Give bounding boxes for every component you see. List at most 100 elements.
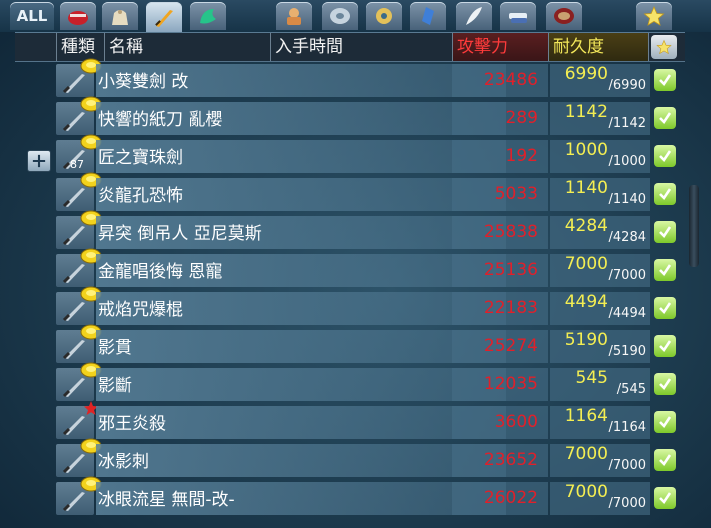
item-select-checkbox[interactable]	[654, 373, 676, 395]
checkmark-icon	[659, 416, 672, 429]
durability-max: /7000	[608, 458, 646, 473]
item-select-checkbox[interactable]	[654, 107, 676, 129]
item-type-cell[interactable]: 87	[56, 134, 102, 173]
item-durability: 1000/1000	[550, 140, 650, 173]
item-name: 快響的紙刀 亂櫻	[96, 102, 506, 135]
tab-armor[interactable]	[276, 2, 312, 30]
table-row[interactable]: 邪王炎殺 3600 1164/1164	[56, 401, 684, 439]
tab-cloth-bag[interactable]	[102, 2, 138, 30]
table-row[interactable]: 炎龍孔恐怖 5033 1140/1140	[56, 172, 684, 211]
item-durability: 7000/7000	[550, 254, 650, 287]
item-select-checkbox[interactable]	[654, 297, 676, 319]
cloth-bag-icon	[112, 10, 128, 25]
tab-favorites[interactable]	[636, 2, 672, 30]
item-durability: 1142/1142	[550, 102, 650, 135]
durability-current: 4284	[564, 216, 608, 236]
scrollbar-thumb[interactable]	[689, 185, 699, 267]
item-durability: 7000/7000	[550, 444, 650, 477]
item-attack: 3600	[452, 406, 548, 439]
item-name: 匠之寶珠劍	[96, 140, 506, 173]
item-select-checkbox[interactable]	[654, 411, 676, 433]
item-durability: 1164/1164	[550, 406, 650, 439]
item-name: 小葵雙劍 改	[96, 64, 506, 97]
durability-max: /6990	[608, 78, 646, 93]
item-select-checkbox[interactable]	[654, 183, 676, 205]
durability-current: 545	[575, 368, 608, 388]
tab-orb[interactable]	[546, 2, 582, 30]
category-tab-bar: ALL	[0, 0, 711, 32]
header-type[interactable]: 種類	[57, 33, 105, 61]
checkmark-icon	[659, 340, 672, 353]
red-orb-icon	[554, 8, 574, 24]
item-attack: 23652	[452, 444, 548, 477]
durability-current: 1164	[564, 406, 608, 426]
item-durability: 4494/4494	[550, 292, 650, 325]
checkmark-icon	[659, 188, 672, 201]
table-row[interactable]: 影斷 12035 545/545	[56, 362, 684, 401]
durability-max: /4284	[608, 230, 646, 245]
item-select-checkbox[interactable]	[654, 449, 676, 471]
item-type-cell[interactable]	[56, 96, 102, 135]
durability-current: 1000	[564, 140, 608, 160]
item-select-checkbox[interactable]	[654, 69, 676, 91]
checkmark-icon	[659, 112, 672, 125]
durability-max: /1142	[608, 116, 646, 131]
table-row[interactable]: 87 匠之寶珠劍 192 1000/1000	[56, 134, 684, 173]
table-row[interactable]: 冰眼流星 無間-改- 26022 7000/7000	[56, 476, 684, 515]
durability-current: 1140	[564, 178, 608, 198]
item-attack: 25136	[452, 254, 548, 287]
item-durability: 6990/6990	[550, 64, 650, 97]
table-row[interactable]: 影貫 25274 5190/5190	[56, 324, 684, 363]
item-type-cell[interactable]	[56, 210, 102, 249]
tab-crystal[interactable]	[410, 2, 446, 30]
item-attack: 12035	[452, 368, 548, 401]
tab-disc[interactable]	[322, 2, 358, 30]
item-select-checkbox[interactable]	[654, 221, 676, 243]
item-select-checkbox[interactable]	[654, 145, 676, 167]
tab-scrolls[interactable]	[500, 2, 536, 30]
sword-icon	[155, 10, 173, 27]
equipped-lock-button[interactable]	[27, 150, 51, 172]
durability-current: 1142	[564, 102, 608, 122]
tab-red-bag[interactable]	[60, 2, 96, 30]
item-type-cell[interactable]	[56, 324, 102, 363]
tab-gear[interactable]	[366, 2, 402, 30]
item-attack: 5033	[452, 178, 548, 211]
item-select-checkbox[interactable]	[654, 487, 676, 509]
item-type-cell[interactable]	[56, 476, 102, 515]
tab-feather[interactable]	[456, 2, 492, 30]
item-select-checkbox[interactable]	[654, 259, 676, 281]
item-type-cell[interactable]	[56, 362, 102, 401]
item-type-cell[interactable]	[56, 172, 102, 211]
item-type-cell[interactable]	[56, 438, 102, 477]
durability-current: 7000	[564, 254, 608, 274]
header-attack[interactable]: 攻擊力	[453, 33, 549, 61]
item-attack: 289	[452, 102, 548, 135]
table-row[interactable]: 小葵雙劍 改 23486 6990/6990	[56, 58, 684, 97]
item-select-checkbox[interactable]	[654, 335, 676, 357]
tab-all[interactable]: ALL	[10, 2, 54, 30]
item-type-cell[interactable]	[56, 401, 98, 439]
header-favorite-button[interactable]	[651, 35, 677, 59]
tab-gems[interactable]	[190, 2, 226, 30]
item-type-cell[interactable]	[56, 58, 102, 97]
checkmark-icon	[659, 454, 672, 467]
header-acquired[interactable]: 入手時間	[271, 33, 453, 61]
item-durability: 1140/1140	[550, 178, 650, 211]
durability-max: /1164	[608, 420, 646, 435]
item-type-cell[interactable]	[56, 248, 102, 287]
table-row[interactable]: 戒焰咒爆棍 22183 4494/4494	[56, 286, 684, 325]
item-type-cell[interactable]	[56, 286, 102, 325]
table-row[interactable]: 金龍唱後悔 恩寵 25136 7000/7000	[56, 248, 684, 287]
table-row[interactable]: 快響的紙刀 亂櫻 289 1142/1142	[56, 96, 684, 135]
item-attack: 23486	[452, 64, 548, 97]
tab-weapons[interactable]	[146, 2, 182, 32]
item-name: 邪王炎殺	[96, 406, 506, 439]
item-name: 昇突 倒吊人 亞尼莫斯	[96, 216, 506, 249]
durability-max: /4494	[608, 306, 646, 321]
header-name[interactable]: 名稱	[105, 33, 271, 61]
table-row[interactable]: 冰影刺 23652 7000/7000	[56, 438, 684, 477]
table-row[interactable]: 昇突 倒吊人 亞尼莫斯 25838 4284/4284	[56, 210, 684, 249]
checkmark-icon	[659, 226, 672, 239]
header-durability[interactable]: 耐久度	[549, 33, 649, 61]
